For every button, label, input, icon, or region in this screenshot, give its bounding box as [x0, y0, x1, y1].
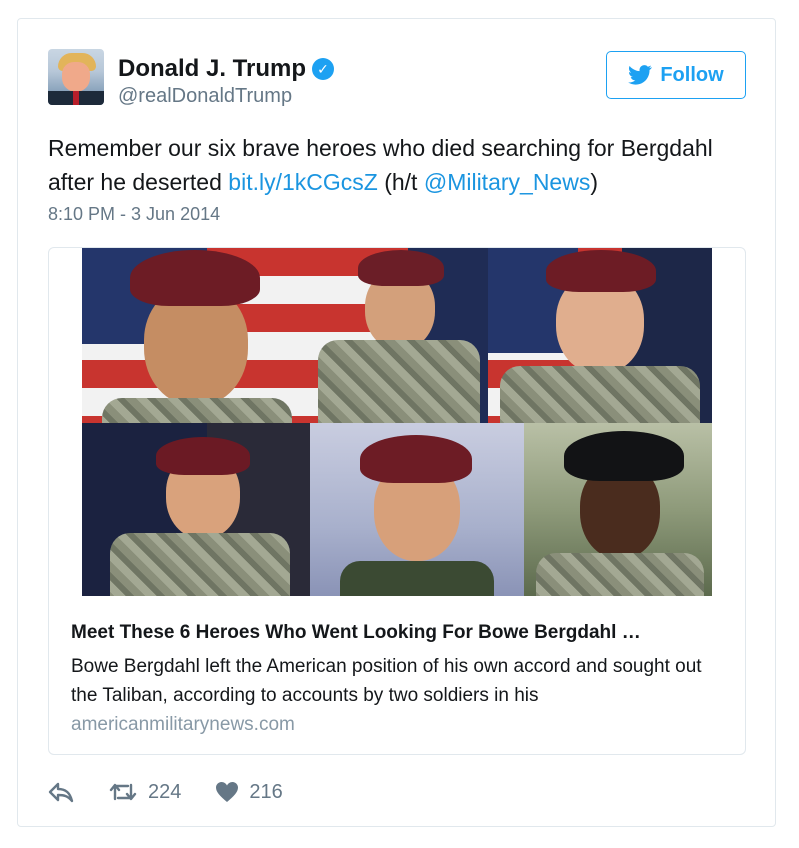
soldier-photo-4 — [82, 423, 310, 596]
link-card[interactable]: Meet These 6 Heroes Who Went Looking For… — [48, 247, 746, 755]
retweet-icon — [109, 783, 137, 801]
soldier-photo-5 — [310, 423, 524, 596]
like-count: 216 — [249, 780, 283, 803]
card-title[interactable]: Meet These 6 Heroes Who Went Looking For… — [71, 622, 731, 644]
reply-icon — [48, 782, 74, 803]
reply-button[interactable] — [48, 781, 74, 803]
author-handle[interactable]: @realDonaldTrump — [118, 85, 292, 108]
card-description: Bowe Bergdahl left the American position… — [71, 656, 702, 706]
tweet-link[interactable]: bit.ly/1kCGcsZ — [228, 169, 378, 195]
tweet-actions: 224 216 — [48, 777, 283, 807]
twitter-bird-icon — [628, 65, 653, 85]
soldier-photo-6 — [524, 423, 712, 596]
mention-link[interactable]: @Military_News — [424, 169, 590, 195]
soldier-photo-3 — [488, 248, 712, 423]
author-name[interactable]: Donald J. Trump ✓ — [118, 55, 335, 83]
tweet-timestamp[interactable]: 8:10 PM - 3 Jun 2014 — [48, 204, 220, 225]
verified-badge-icon: ✓ — [312, 58, 335, 80]
tweet-text: Remember our six brave heroes who died s… — [48, 131, 748, 199]
tweet-text-part2: (h/t — [377, 169, 424, 195]
card-domain: americanmilitarynews.com — [71, 714, 295, 735]
retweet-button[interactable]: 224 — [108, 781, 181, 804]
tweet-text-part3: ) — [590, 169, 598, 195]
like-button[interactable]: 216 — [215, 780, 283, 804]
retweet-count: 224 — [148, 780, 182, 803]
tweet-container: Donald J. Trump ✓ @realDonaldTrump Follow… — [17, 18, 776, 827]
author-name-text[interactable]: Donald J. Trump — [118, 55, 306, 82]
soldier-photo-1 — [82, 248, 310, 423]
heart-icon — [216, 782, 239, 802]
follow-button[interactable]: Follow — [606, 51, 746, 99]
soldier-photo-2 — [310, 248, 488, 423]
follow-label: Follow — [660, 63, 724, 86]
card-image[interactable] — [82, 248, 712, 596]
avatar[interactable] — [48, 49, 104, 105]
